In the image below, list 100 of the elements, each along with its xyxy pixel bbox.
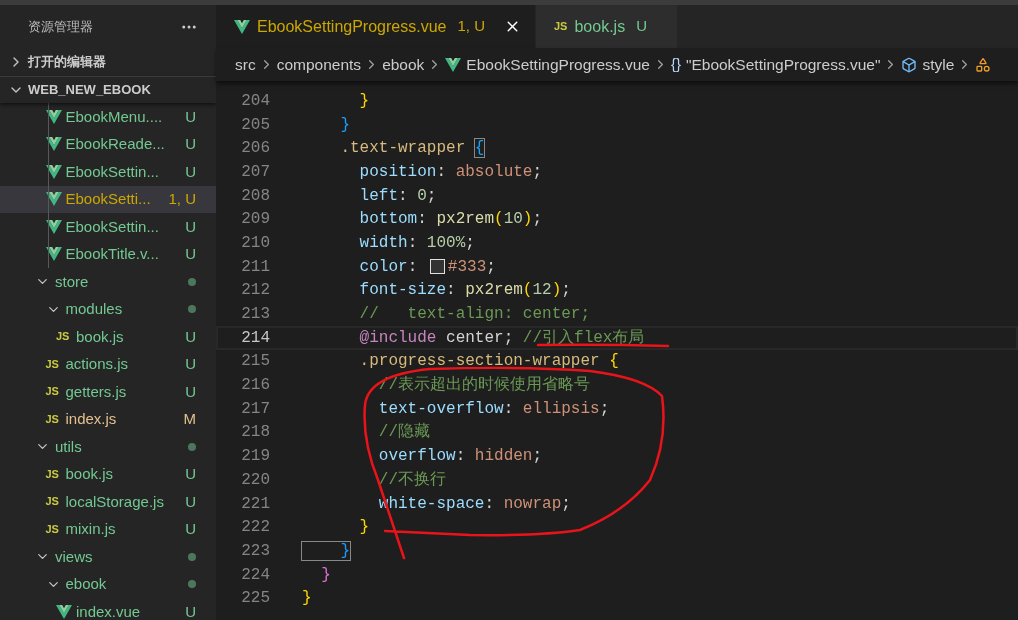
file-name: getters.js bbox=[65, 381, 127, 402]
folder-name: modules bbox=[65, 299, 123, 319]
file-row[interactable]: EbookTitle.v... U bbox=[0, 240, 216, 268]
line-number: 208 bbox=[240, 185, 270, 207]
file-row[interactable]: index.vue U bbox=[0, 598, 216, 620]
folder-name: utils bbox=[55, 436, 82, 457]
git-status: M bbox=[183, 409, 196, 429]
git-status: U bbox=[185, 134, 196, 154]
line-number: 205 bbox=[240, 114, 270, 136]
js-icon: JS bbox=[45, 496, 59, 508]
cube-icon bbox=[901, 56, 918, 73]
line-number: 204 bbox=[240, 90, 270, 112]
line-number: 206 bbox=[240, 138, 270, 160]
vue-icon bbox=[45, 192, 62, 207]
vue-icon bbox=[45, 109, 62, 124]
code-text: @include center; //引入flex布局 bbox=[358, 329, 645, 346]
line-number: 216 bbox=[240, 375, 270, 397]
file-name: book.js bbox=[65, 464, 114, 484]
tab-status-text: U bbox=[636, 16, 647, 37]
code-text: overflow: hidden; bbox=[377, 448, 543, 465]
file-name: EbookReade... bbox=[65, 134, 165, 154]
code-text: } bbox=[302, 542, 350, 559]
editor-tab[interactable]: JS book.js U bbox=[535, 5, 678, 48]
code-text: } bbox=[358, 519, 370, 536]
folder-name: views bbox=[55, 546, 93, 567]
code-text: //不换行 bbox=[377, 471, 446, 488]
file-row[interactable]: JS mixin.js U bbox=[0, 515, 216, 543]
line-number: 214 bbox=[240, 327, 270, 349]
code-text: text-overflow: ellipsis; bbox=[377, 400, 610, 417]
code-text: .progress-section-wrapper { bbox=[358, 353, 619, 370]
explorer-title: 资源管理器 bbox=[28, 17, 93, 36]
file-row[interactable]: JS actions.js U bbox=[0, 350, 216, 378]
git-status: U bbox=[185, 519, 196, 539]
vue-icon bbox=[45, 164, 62, 179]
js-icon: JS bbox=[45, 468, 59, 480]
color-swatch-icon[interactable] bbox=[429, 259, 445, 275]
section-header[interactable]: 打开的编辑器 bbox=[0, 48, 216, 76]
code-text: } bbox=[302, 590, 312, 607]
line-number: 220 bbox=[240, 469, 270, 491]
file-row[interactable]: JS book.js U bbox=[0, 323, 216, 351]
file-row[interactable]: EbookSettin... U bbox=[0, 158, 216, 186]
breadcrumb-item[interactable]: style bbox=[922, 52, 955, 77]
git-status: U bbox=[185, 601, 196, 620]
file-name: EbookMenu.... bbox=[65, 106, 163, 127]
code-text: color: bbox=[358, 258, 419, 275]
line-number: 210 bbox=[240, 232, 270, 254]
code-text: font-size: px2rem(12); bbox=[358, 282, 571, 299]
file-row[interactable]: JS book.js U bbox=[0, 460, 216, 488]
file-row[interactable]: EbookReade... U bbox=[0, 130, 216, 158]
file-row[interactable]: JS localStorage.js U bbox=[0, 488, 216, 516]
line-number: 219 bbox=[240, 446, 270, 468]
code-text: } bbox=[320, 566, 331, 583]
folder-row[interactable]: store bbox=[0, 268, 216, 296]
file-row[interactable]: JS index.js M bbox=[0, 405, 216, 433]
folder-name: ebook bbox=[65, 574, 107, 594]
vue-icon bbox=[234, 19, 250, 34]
line-number: 215 bbox=[240, 351, 270, 373]
file-name: EbookTitle.v... bbox=[65, 244, 159, 264]
vue-icon bbox=[45, 219, 62, 234]
code-text: #333; bbox=[447, 258, 496, 275]
file-name: index.js bbox=[65, 409, 117, 429]
file-name: EbookSettin... bbox=[65, 216, 159, 237]
code-text: position: absolute; bbox=[358, 163, 543, 180]
line-number: 211 bbox=[240, 256, 270, 278]
line-number: 217 bbox=[240, 398, 270, 420]
git-status: U bbox=[185, 491, 196, 512]
file-row[interactable]: EbookSetti... 1, U bbox=[0, 185, 216, 213]
section-header[interactable]: WEB_NEW_EBOOK bbox=[0, 76, 216, 103]
line-number: 207 bbox=[240, 161, 270, 183]
line-number: 212 bbox=[240, 280, 270, 302]
editor-tab[interactable]: EbookSettingProgress.vue 1, U bbox=[216, 5, 536, 48]
file-name: mixin.js bbox=[65, 519, 116, 539]
folder-row[interactable]: views bbox=[0, 543, 216, 571]
breadcrumb-item[interactable]: src bbox=[235, 52, 256, 77]
breadcrumb-item[interactable]: components bbox=[276, 52, 362, 77]
code-text: } bbox=[339, 116, 350, 133]
file-name: EbookSettin... bbox=[65, 161, 159, 182]
vue-icon bbox=[45, 247, 62, 262]
folder-row[interactable]: ebook bbox=[0, 570, 216, 598]
code-text: .text-wrapper { bbox=[339, 140, 485, 157]
line-number: 222 bbox=[240, 517, 270, 539]
breadcrumb-item[interactable]: EbookSettingProgress.vue bbox=[466, 52, 650, 77]
folder-row[interactable]: modules bbox=[0, 295, 216, 323]
line-number: 213 bbox=[240, 304, 270, 326]
tab-label: EbookSettingProgress.vue bbox=[257, 16, 447, 37]
code-text: // text-align: center; bbox=[358, 306, 591, 323]
folder-name: store bbox=[55, 271, 89, 292]
js-icon: JS bbox=[56, 331, 70, 343]
git-status: 1, U bbox=[168, 189, 196, 209]
tab-status-text: 1, U bbox=[457, 16, 485, 37]
breadcrumb-item[interactable]: "EbookSettingProgress.vue" bbox=[685, 52, 881, 77]
file-row[interactable]: EbookSettin... U bbox=[0, 213, 216, 241]
breadcrumb-item[interactable]: ebook bbox=[382, 52, 425, 77]
vue-icon bbox=[56, 604, 72, 619]
line-number: 218 bbox=[240, 422, 270, 444]
file-row[interactable]: JS getters.js U bbox=[0, 378, 216, 406]
file-row[interactable]: EbookMenu.... U bbox=[0, 103, 216, 131]
folder-row[interactable]: utils bbox=[0, 433, 216, 461]
file-name: index.vue bbox=[76, 601, 141, 620]
line-number: 209 bbox=[240, 209, 270, 231]
